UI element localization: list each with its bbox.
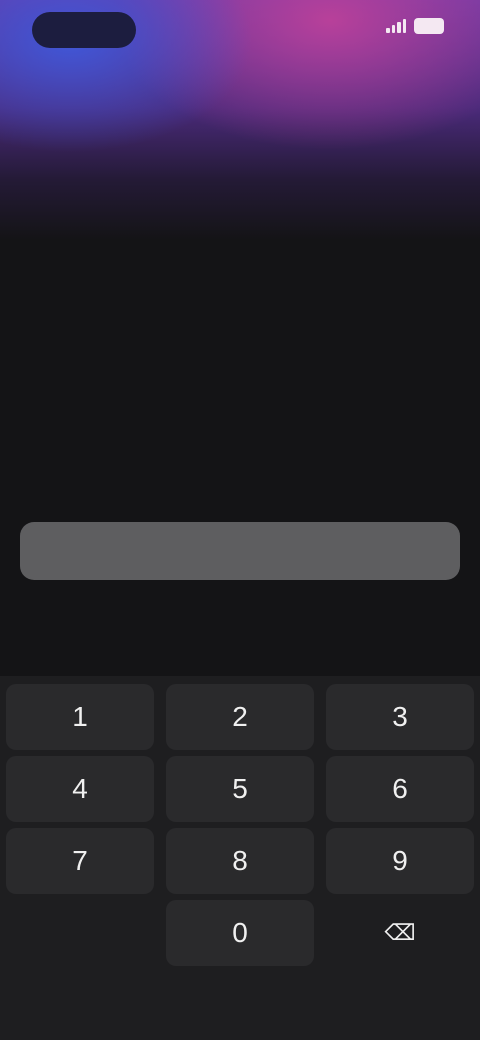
key-0[interactable]: 0 (166, 900, 314, 966)
key-4[interactable]: 4 (6, 756, 154, 822)
key-8[interactable]: 8 (166, 828, 314, 894)
status-time-pill (32, 12, 136, 48)
numeric-keypad: 1 2 3 4 5 6 7 8 9 0 ⌫ (0, 676, 480, 1040)
key-3[interactable]: 3 (326, 684, 474, 750)
continue-button[interactable] (20, 522, 460, 580)
key-2[interactable]: 2 (166, 684, 314, 750)
key-6[interactable]: 6 (326, 756, 474, 822)
key-1[interactable]: 1 (6, 684, 154, 750)
status-icons (386, 18, 444, 34)
key-blank (6, 900, 154, 966)
signal-icon (386, 19, 406, 33)
key-7[interactable]: 7 (6, 828, 154, 894)
key-9[interactable]: 9 (326, 828, 474, 894)
backspace-icon[interactable]: ⌫ (326, 900, 474, 966)
key-5[interactable]: 5 (166, 756, 314, 822)
battery-icon (414, 18, 444, 34)
keyboard-done-button[interactable] (384, 620, 444, 644)
